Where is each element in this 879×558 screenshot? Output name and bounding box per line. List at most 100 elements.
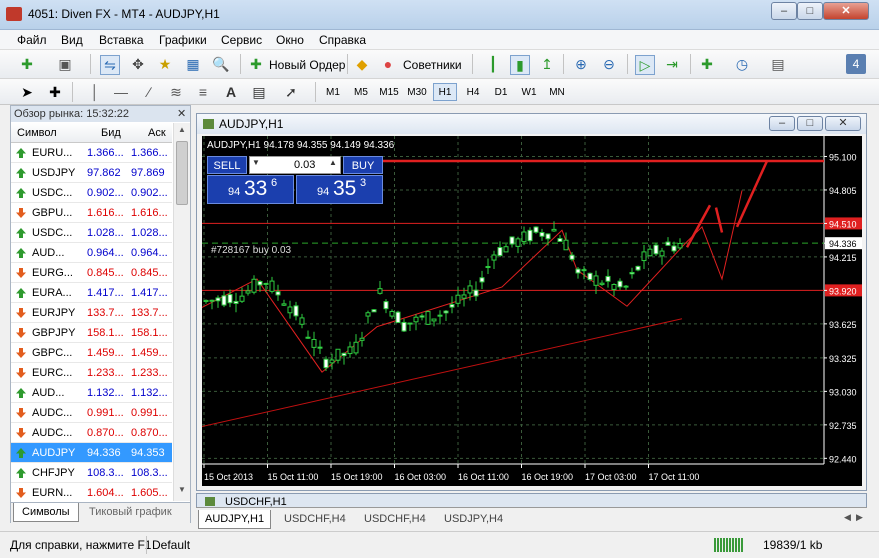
buy-button[interactable]: BUY <box>343 156 383 174</box>
minimize-button[interactable]: – <box>771 2 797 20</box>
auto-scroll-icon[interactable]: ▷ <box>635 55 655 75</box>
tab-usdchf-h4[interactable]: USDCHF,H4 <box>278 510 352 528</box>
market-watch-row[interactable]: AUDJPY 94.336 94.353 <box>11 443 172 463</box>
notifications-badge[interactable]: 4 <box>846 54 866 74</box>
column-ask[interactable]: Аск <box>148 127 166 139</box>
column-symbol[interactable]: Символ <box>17 127 57 139</box>
timeframe-w1[interactable]: W1 <box>517 83 541 101</box>
tab-usdchf-h4-2[interactable]: USDCHF,H4 <box>358 510 432 528</box>
market-watch-row[interactable]: EURA... 1.417... 1.417... <box>11 283 172 303</box>
candlestick-icon[interactable]: ▮ <box>510 55 530 75</box>
lot-size-field[interactable]: ▼ 0.03 ▲ <box>249 156 341 174</box>
timeframe-m5[interactable]: M5 <box>349 83 373 101</box>
sell-button[interactable]: SELL <box>207 156 247 174</box>
menu-view[interactable]: Вид <box>61 33 83 47</box>
vertical-line-icon[interactable]: │ <box>86 83 104 101</box>
text-label-icon[interactable]: ▤ <box>250 83 268 101</box>
data-window-icon[interactable]: ✥ <box>129 55 147 73</box>
trendline-icon[interactable]: ∕ <box>140 83 158 101</box>
timeframe-m15[interactable]: M15 <box>377 83 401 101</box>
timeframe-m30[interactable]: M30 <box>405 83 429 101</box>
lot-increase-icon[interactable]: ▲ <box>329 158 337 167</box>
tab-scroll-left-icon[interactable]: ◀ <box>844 512 851 523</box>
second-chart-window[interactable]: USDCHF,H1 <box>196 493 867 507</box>
cursor-icon[interactable]: ➤ <box>18 83 36 101</box>
navigator-icon[interactable]: ★ <box>156 55 174 73</box>
market-watch-row[interactable]: EURU... 1.366... 1.366... <box>11 143 172 163</box>
market-watch-row[interactable]: AUD... 0.964... 0.964... <box>11 243 172 263</box>
market-watch-row[interactable]: EURG... 0.845... 0.845... <box>11 263 172 283</box>
market-watch-row[interactable]: EURN... 1.604... 1.605... <box>11 483 172 502</box>
new-order-icon[interactable]: ✚ <box>247 55 265 73</box>
horizontal-line-icon[interactable]: — <box>112 83 130 101</box>
terminal-icon[interactable]: ▦ <box>184 55 202 73</box>
timeframe-d1[interactable]: D1 <box>489 83 513 101</box>
buy-price-box[interactable]: 94 35 3 <box>296 175 383 204</box>
zoom-out-icon[interactable]: ⊖ <box>600 55 618 73</box>
tab-tick-chart[interactable]: Тиковый график <box>89 503 172 521</box>
market-watch-row[interactable]: AUD... 1.132... 1.132... <box>11 383 172 403</box>
symbol-cell: AUD... <box>32 387 65 399</box>
bar-chart-icon[interactable]: ┃ <box>484 55 502 73</box>
zoom-in-icon[interactable]: ⊕ <box>572 55 590 73</box>
market-watch-row[interactable]: AUDC... 0.870... 0.870... <box>11 423 172 443</box>
signals-icon[interactable]: ◆ <box>353 55 371 73</box>
expert-advisors-icon[interactable]: ● <box>379 55 397 73</box>
timeframe-h4[interactable]: H4 <box>461 83 485 101</box>
chart-shift-icon[interactable]: ⇥ <box>663 55 681 73</box>
crosshair-icon[interactable]: ✚ <box>46 83 64 101</box>
tab-scroll-right-icon[interactable]: ▶ <box>856 512 863 523</box>
market-watch-scrollbar[interactable]: ▲ ▼ <box>173 123 190 501</box>
channel-icon[interactable]: ≋ <box>167 83 185 101</box>
chart-close-button[interactable]: ✕ <box>825 116 861 131</box>
profiles-icon[interactable]: ▣ <box>56 55 74 73</box>
scroll-up-icon[interactable]: ▲ <box>176 125 188 139</box>
market-watch-row[interactable]: EURC... 1.233... 1.233... <box>11 363 172 383</box>
line-chart-icon[interactable]: ↥ <box>538 55 556 73</box>
arrows-icon[interactable]: ➚ <box>282 83 300 101</box>
maximize-button[interactable]: □ <box>797 2 823 20</box>
text-icon[interactable]: A <box>222 83 240 101</box>
market-watch-icon[interactable]: ⇋ <box>100 55 120 75</box>
market-watch-row[interactable]: EURJPY 133.7... 133.7... <box>11 303 172 323</box>
chart-maximize-button[interactable]: □ <box>797 116 823 131</box>
fibonacci-icon[interactable]: ≡ <box>194 83 212 101</box>
market-watch-row[interactable]: AUDC... 0.991... 0.991... <box>11 403 172 423</box>
tab-symbols[interactable]: Символы <box>13 503 79 522</box>
market-watch-row[interactable]: GBPJPY 158.1... 158.1... <box>11 323 172 343</box>
connection-status-icon[interactable] <box>714 538 744 552</box>
periods-icon[interactable]: ◷ <box>733 55 751 73</box>
new-chart-icon[interactable]: ✚ <box>18 55 36 73</box>
scroll-down-icon[interactable]: ▼ <box>176 485 188 499</box>
expert-advisors-button[interactable]: Советники <box>403 58 462 72</box>
menu-help[interactable]: Справка <box>319 33 366 47</box>
menu-window[interactable]: Окно <box>276 33 304 47</box>
templates-icon[interactable]: ▤ <box>769 55 787 73</box>
chart-minimize-button[interactable]: – <box>769 116 795 131</box>
market-watch-row[interactable]: USDC... 1.028... 1.028... <box>11 223 172 243</box>
menu-charts[interactable]: Графики <box>159 33 207 47</box>
market-watch-row[interactable]: CHFJPY 108.3... 108.3... <box>11 463 172 483</box>
market-watch-row[interactable]: GBPU... 1.616... 1.616... <box>11 203 172 223</box>
menu-tools[interactable]: Сервис <box>221 33 262 47</box>
new-order-button[interactable]: Новый Ордер <box>269 58 345 72</box>
market-watch-close-icon[interactable]: ✕ <box>177 107 186 120</box>
market-watch-row[interactable]: USDC... 0.902... 0.902... <box>11 183 172 203</box>
timeframe-m1[interactable]: M1 <box>321 83 345 101</box>
close-button[interactable]: ✕ <box>823 2 869 20</box>
tab-audjpy-h1[interactable]: AUDJPY,H1 <box>198 510 272 529</box>
market-watch-row[interactable]: GBPC... 1.459... 1.459... <box>11 343 172 363</box>
strategy-tester-icon[interactable]: 🔍 <box>212 55 230 73</box>
timeframe-h1[interactable]: H1 <box>433 83 457 101</box>
sell-price-box[interactable]: 94 33 6 <box>207 175 294 204</box>
menu-insert[interactable]: Вставка <box>99 33 144 47</box>
tab-usdjpy-h4[interactable]: USDJPY,H4 <box>438 510 509 528</box>
lot-decrease-icon[interactable]: ▼ <box>252 158 260 167</box>
market-watch-row[interactable]: USDJPY 97.862 97.869 <box>11 163 172 183</box>
menu-file[interactable]: Файл <box>17 33 47 47</box>
indicators-icon[interactable]: ✚ <box>698 55 716 73</box>
timeframe-mn[interactable]: MN <box>545 83 569 101</box>
lot-size-value[interactable]: 0.03 <box>294 159 315 171</box>
scrollbar-thumb[interactable] <box>176 141 188 205</box>
column-bid[interactable]: Бид <box>101 127 121 139</box>
